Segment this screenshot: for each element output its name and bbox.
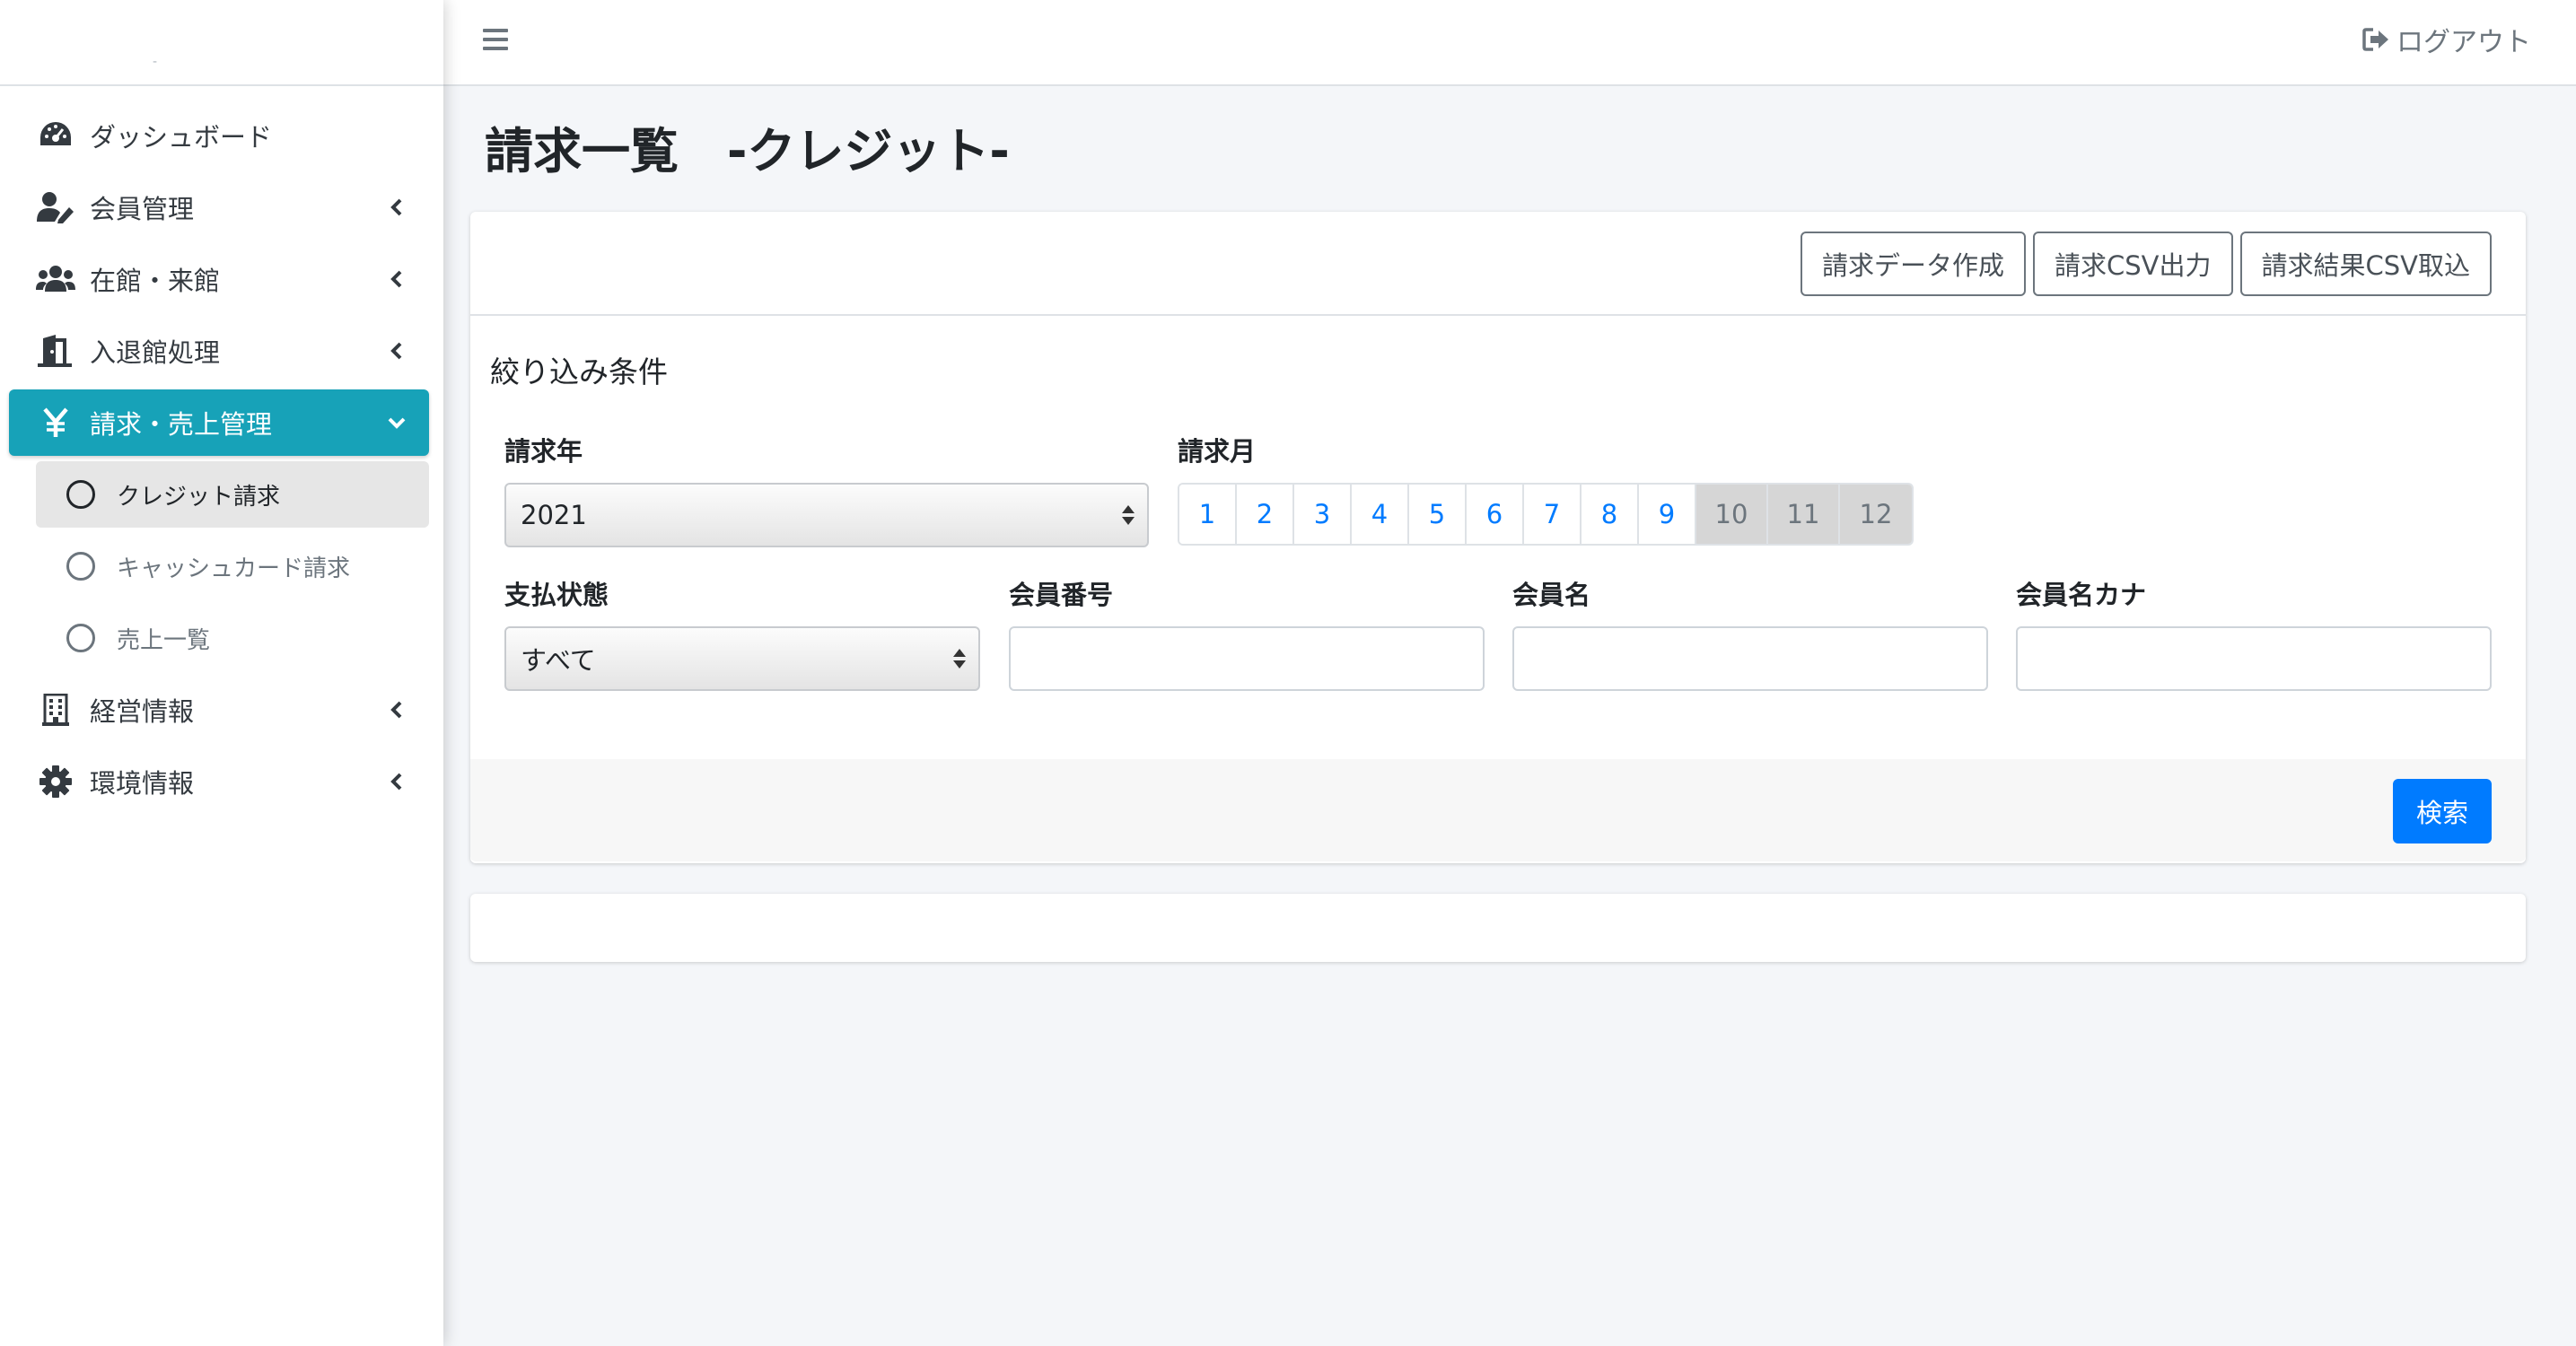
month-option-7[interactable]: 7 xyxy=(1524,485,1582,544)
chevron-left-icon xyxy=(388,270,406,288)
month-option-3[interactable]: 3 xyxy=(1294,485,1352,544)
member-kana-label: 会員名カナ xyxy=(2016,580,2147,610)
sidebar-item-management-info[interactable]: 経営情報 xyxy=(9,677,429,743)
logout-label: ログアウト xyxy=(2396,27,2531,58)
chevron-left-icon xyxy=(388,342,406,360)
sidebar-subitem-label: クレジット請求 xyxy=(117,483,281,511)
sidebar-item-label: 入退館処理 xyxy=(90,337,221,368)
chevron-left-icon xyxy=(388,773,406,791)
payment-status-value: すべて xyxy=(521,645,596,676)
sidebar-item-label: 在館・来館 xyxy=(90,266,221,296)
billing-month-selector: 1 2 3 4 5 6 7 8 9 10 11 12 xyxy=(1178,483,1914,546)
yen-icon xyxy=(36,403,75,442)
circle-icon xyxy=(66,624,95,652)
sidebar-item-label: 請求・売上管理 xyxy=(90,409,273,440)
filter-form: 絞り込み条件 請求年 2021 請求月 1 2 3 4 5 6 7 8 9 10 11 12 支払状態… xyxy=(470,316,2526,759)
filter-title: 絞り込み条件 xyxy=(490,354,668,389)
billing-year-label: 請求年 xyxy=(504,436,583,467)
sidebar-item-billing-sales[interactable]: 請求・売上管理 xyxy=(9,389,429,456)
sign-out-icon xyxy=(2362,28,2389,51)
sidebar-subitem-cashcard-billing[interactable]: キャッシュカード請求 xyxy=(36,533,429,599)
member-name-label: 会員名 xyxy=(1512,580,1591,610)
top-navbar: ログアウト xyxy=(443,0,2576,86)
building-icon xyxy=(36,690,75,730)
sidebar-item-label: ダッシュボード xyxy=(90,122,273,153)
sidebar-subitem-credit-billing[interactable]: クレジット請求 xyxy=(36,461,429,528)
export-billing-csv-button[interactable]: 請求CSV出力 xyxy=(2033,232,2233,296)
circle-icon xyxy=(66,480,95,509)
month-option-9[interactable]: 9 xyxy=(1639,485,1696,544)
sidebar: - ダッシュボード 会員管理 在館・来館 入退館処理 請求・売上管理 クレジット… xyxy=(0,0,443,1346)
sidebar-nav: ダッシュボード 会員管理 在館・来館 入退館処理 請求・売上管理 クレジット請求… xyxy=(0,86,443,815)
brand-mark: - xyxy=(153,55,158,69)
sidebar-item-label: 環境情報 xyxy=(90,768,195,799)
sidebar-subitem-label: 売上一覧 xyxy=(117,626,211,654)
member-kana-input[interactable] xyxy=(2016,626,2492,691)
month-option-8[interactable]: 8 xyxy=(1582,485,1639,544)
month-option-11[interactable]: 11 xyxy=(1768,485,1840,544)
month-option-5[interactable]: 5 xyxy=(1409,485,1467,544)
page-title: 請求一覧 -クレジット- xyxy=(485,123,1010,179)
gear-icon xyxy=(36,762,75,801)
users-group-icon xyxy=(36,259,75,299)
chevron-down-icon xyxy=(388,414,406,432)
circle-icon xyxy=(66,552,95,581)
action-buttons: 請求データ作成 請求CSV出力 請求結果CSV取込 xyxy=(1800,232,2492,296)
month-option-10[interactable]: 10 xyxy=(1696,485,1768,544)
search-button[interactable]: 検索 xyxy=(2393,779,2492,843)
billing-year-select[interactable]: 2021 xyxy=(504,483,1149,547)
month-option-2[interactable]: 2 xyxy=(1237,485,1294,544)
sidebar-subitem-sales-list[interactable]: 売上一覧 xyxy=(36,605,429,671)
dashboard-gauge-icon xyxy=(36,116,75,155)
month-option-4[interactable]: 4 xyxy=(1352,485,1409,544)
payment-status-select[interactable]: すべて xyxy=(504,626,980,691)
sidebar-item-members[interactable]: 会員管理 xyxy=(9,174,429,240)
filter-card: 請求データ作成 請求CSV出力 請求結果CSV取込 絞り込み条件 請求年 202… xyxy=(470,212,2526,863)
select-arrows-icon xyxy=(953,649,966,669)
import-billing-result-csv-button[interactable]: 請求結果CSV取込 xyxy=(2239,232,2492,296)
sidebar-item-label: 会員管理 xyxy=(90,194,195,224)
brand-area: - xyxy=(0,0,443,86)
logout-link[interactable]: ログアウト xyxy=(2362,20,2531,59)
month-option-6[interactable]: 6 xyxy=(1467,485,1524,544)
member-name-input[interactable] xyxy=(1512,626,1988,691)
chevron-left-icon xyxy=(388,701,406,719)
hamburger-menu-icon[interactable] xyxy=(483,27,508,52)
sidebar-item-entry-exit[interactable]: 入退館処理 xyxy=(9,318,429,384)
sidebar-item-attendance[interactable]: 在館・来館 xyxy=(9,246,429,312)
month-option-12[interactable]: 12 xyxy=(1840,485,1912,544)
results-card xyxy=(470,894,2526,962)
sidebar-item-label: 経営情報 xyxy=(90,696,195,727)
card-header: 請求データ作成 請求CSV出力 請求結果CSV取込 xyxy=(470,212,2526,316)
select-arrows-icon xyxy=(1122,505,1135,525)
billing-year-value: 2021 xyxy=(521,500,587,530)
user-edit-icon xyxy=(36,188,75,227)
sidebar-item-dashboard[interactable]: ダッシュボード xyxy=(9,102,429,169)
create-billing-data-button[interactable]: 請求データ作成 xyxy=(1800,232,2026,296)
card-footer: 検索 xyxy=(470,759,2526,861)
month-option-1[interactable]: 1 xyxy=(1179,485,1237,544)
member-number-label: 会員番号 xyxy=(1009,580,1114,610)
chevron-left-icon xyxy=(388,198,406,216)
payment-status-label: 支払状態 xyxy=(504,580,609,610)
sidebar-subitem-label: キャッシュカード請求 xyxy=(117,555,351,582)
billing-month-label: 請求月 xyxy=(1178,436,1257,467)
door-open-icon xyxy=(36,331,75,371)
member-number-input[interactable] xyxy=(1009,626,1485,691)
sidebar-item-environment-info[interactable]: 環境情報 xyxy=(9,748,429,815)
